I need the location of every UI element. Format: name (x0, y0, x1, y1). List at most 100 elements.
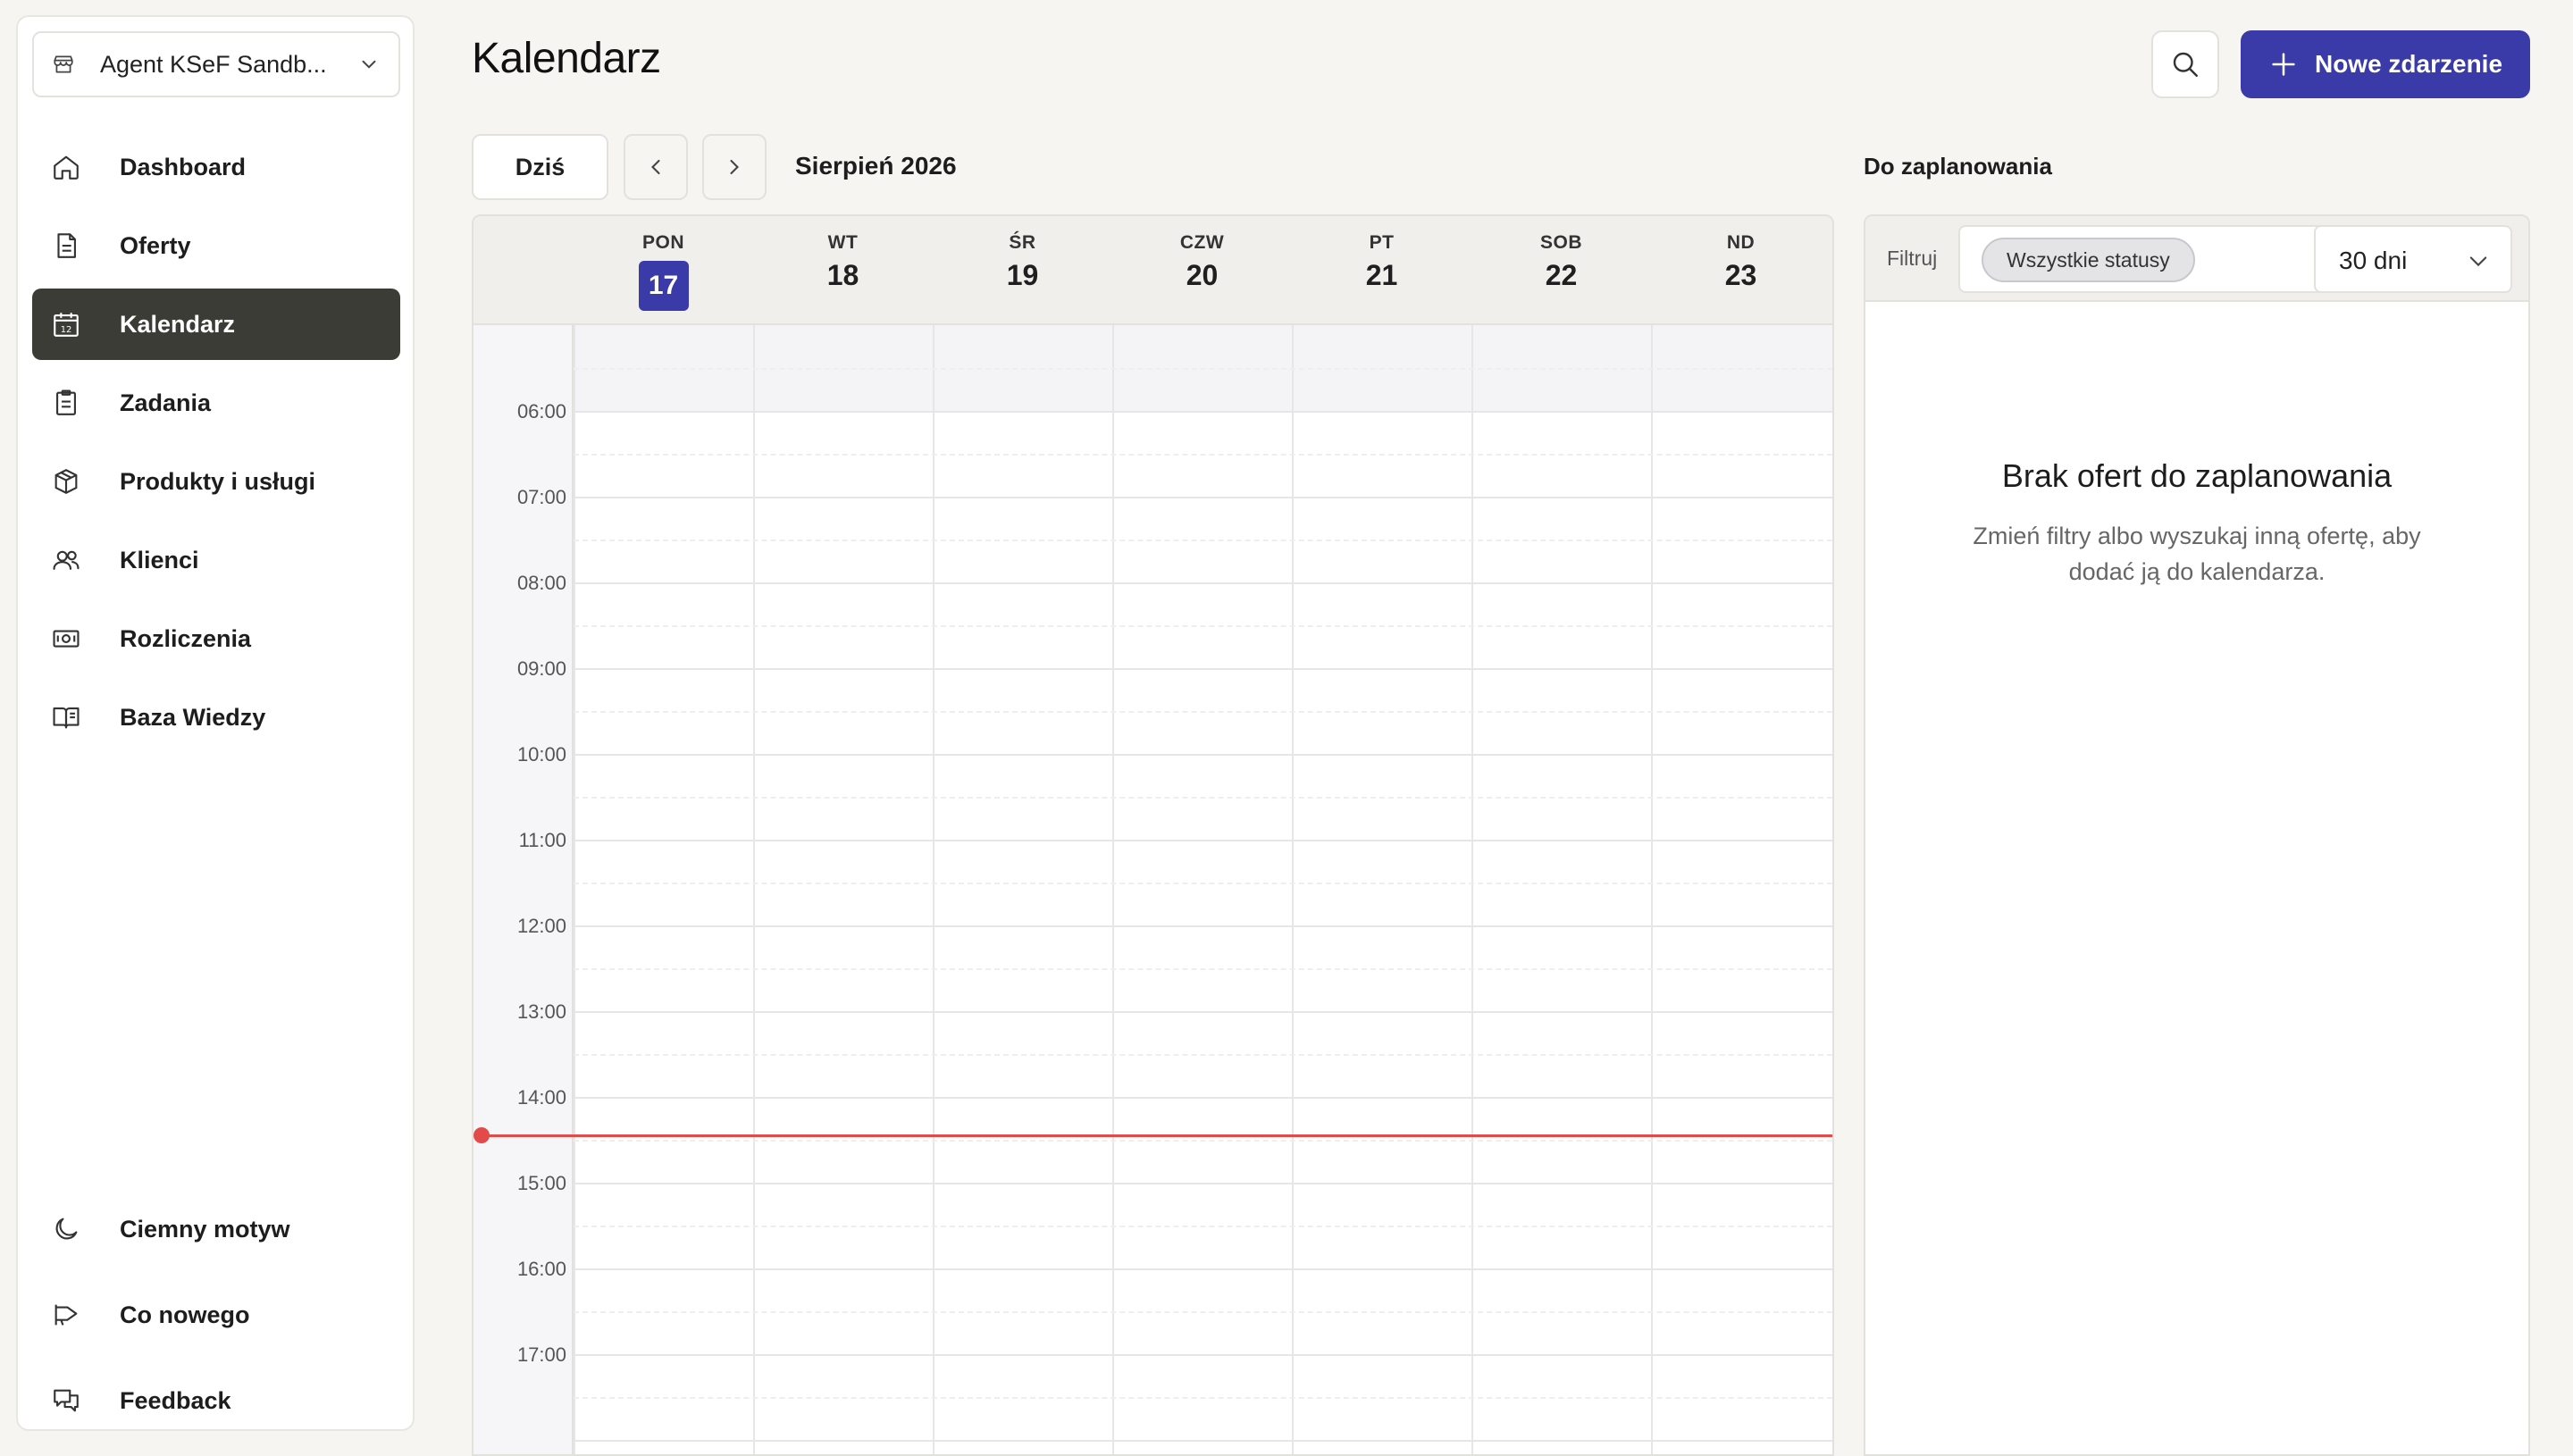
day-header-thu[interactable]: CZW 20 (1112, 216, 1292, 323)
half-hour-line (574, 1140, 1832, 1142)
home-icon (50, 151, 82, 183)
day-header-tue[interactable]: WT 18 (753, 216, 933, 323)
hour-label: 13:00 (516, 1000, 566, 1023)
hour-label: 12:00 (516, 915, 566, 937)
day-name: SOB (1539, 232, 1582, 253)
hour-label: 14:00 (516, 1086, 566, 1109)
half-hour-line (574, 454, 1832, 456)
hour-line (574, 1268, 1832, 1270)
chevron-down-icon (357, 53, 381, 76)
hour-label: 07:00 (516, 486, 566, 508)
today-button[interactable]: Dziś (472, 134, 608, 200)
sidebar-item-label: Baza Wiedzy (120, 703, 266, 731)
day-header-wed[interactable]: ŚR 19 (933, 216, 1112, 323)
day-number: 20 (1186, 259, 1219, 291)
day-header-fri[interactable]: PT 21 (1292, 216, 1471, 323)
hour-label: 10:00 (516, 743, 566, 766)
day-name: ND (1726, 232, 1756, 253)
filter-bar: Filtruj Wszystkie statusy 30 dni (1865, 216, 2528, 302)
column-divider (753, 325, 755, 1454)
sidebar-item-label: Feedback (120, 1386, 231, 1414)
hour-line (574, 840, 1832, 841)
column-divider (1651, 325, 1653, 1454)
half-hour-line (574, 1226, 1832, 1227)
column-divider (1292, 325, 1294, 1454)
unscheduled-title: Do zaplanowania (1864, 153, 2052, 180)
calendar-icon: 12 (50, 308, 82, 340)
sidebar-item-label: Produkty i usługi (120, 467, 316, 495)
day-name: CZW (1179, 232, 1225, 253)
day-number: 21 (1365, 259, 1398, 291)
previous-week-button[interactable] (624, 134, 688, 200)
workspace-switcher[interactable]: Agent KSeF Sandb... (32, 31, 400, 97)
sidebar-item-rozliczenia[interactable]: Rozliczenia (32, 603, 400, 674)
hour-line (574, 1183, 1832, 1184)
sidebar: Agent KSeF Sandb... Dashboard Oferty 12 … (16, 15, 415, 1431)
sidebar-item-whats-new[interactable]: Co nowego (32, 1279, 400, 1351)
day-header-sun[interactable]: ND 23 (1651, 216, 1831, 323)
sidebar-item-feedback[interactable]: Feedback (32, 1365, 400, 1436)
chevron-right-icon (722, 155, 747, 180)
megaphone-icon (50, 1299, 82, 1331)
column-divider (933, 325, 934, 1454)
sidebar-item-baza-wiedzy[interactable]: Baza Wiedzy (32, 682, 400, 753)
document-icon (50, 230, 82, 262)
current-time-dot (474, 1127, 490, 1143)
day-name: PT (1369, 232, 1395, 253)
search-icon (2169, 48, 2201, 80)
clipboard-icon (50, 387, 82, 419)
new-event-button[interactable]: Nowe zdarzenie (2241, 30, 2530, 98)
users-icon (50, 544, 82, 576)
half-hour-line (574, 1054, 1832, 1056)
sidebar-item-kalendarz[interactable]: 12 Kalendarz (32, 289, 400, 360)
half-hour-line (574, 1397, 1832, 1399)
sidebar-item-label: Ciemny motyw (120, 1215, 290, 1243)
day-header-mon[interactable]: PON 17 (574, 216, 753, 323)
sidebar-item-zadania[interactable]: Zadania (32, 367, 400, 439)
day-number: 19 (1006, 259, 1039, 291)
sidebar-item-label: Zadania (120, 389, 212, 416)
sidebar-item-label: Oferty (120, 231, 191, 259)
workspace-name: Agent KSeF Sandb... (100, 50, 327, 78)
hour-label: 17:00 (516, 1343, 566, 1366)
half-hour-line (574, 968, 1832, 970)
sidebar-item-dashboard[interactable]: Dashboard (32, 131, 400, 203)
sidebar-item-label: Co nowego (120, 1301, 250, 1328)
filter-label: Filtruj (1887, 247, 1938, 270)
month-label: Sierpień 2026 (795, 152, 957, 180)
sidebar-item-klienci[interactable]: Klienci (32, 524, 400, 596)
search-button[interactable] (2151, 30, 2219, 98)
sidebar-item-dark-mode[interactable]: Ciemny motyw (32, 1193, 400, 1265)
day-number-today: 17 (638, 261, 689, 311)
half-hour-line (574, 1311, 1832, 1313)
next-week-button[interactable] (702, 134, 767, 200)
day-number: 23 (1724, 259, 1757, 291)
day-name: WT (827, 232, 859, 253)
sidebar-item-oferty[interactable]: Oferty (32, 210, 400, 281)
new-event-label: Nowe zdarzenie (2314, 50, 2503, 78)
calendar-header: PON 17 WT 18 ŚR 19 CZW 20 PT 21 SOB 22 N… (474, 216, 1832, 325)
empty-state-description: Zmień filtry albo wyszukaj inną ofertę, … (1973, 523, 2421, 585)
day-header-sat[interactable]: SOB 22 (1471, 216, 1651, 323)
half-hour-line (574, 711, 1832, 713)
sidebar-item-produkty[interactable]: Produkty i usługi (32, 446, 400, 517)
package-icon (50, 465, 82, 498)
empty-state-title: Brak ofert do zaplanowania (2001, 457, 2393, 494)
sidebar-item-label: Klienci (120, 546, 199, 573)
svg-text:12: 12 (61, 325, 72, 335)
hour-line (574, 668, 1832, 670)
column-divider (1112, 325, 1114, 1454)
hour-label: 08:00 (516, 572, 566, 594)
half-hour-line (574, 540, 1832, 541)
half-hour-line (574, 368, 1832, 370)
hour-line (574, 1011, 1832, 1013)
store-icon (52, 53, 75, 76)
hour-line (574, 754, 1832, 756)
range-filter-select[interactable]: 30 dni (2314, 225, 2512, 293)
range-value: 30 dni (2339, 247, 2408, 274)
current-time-line (481, 1134, 1832, 1137)
half-hour-line (574, 883, 1832, 884)
hour-label: 16:00 (516, 1258, 566, 1280)
calendar-grid[interactable]: 06:00 07:00 08:00 09:00 10:00 11:00 12:0… (474, 325, 1832, 1454)
hour-label: 09:00 (516, 657, 566, 680)
